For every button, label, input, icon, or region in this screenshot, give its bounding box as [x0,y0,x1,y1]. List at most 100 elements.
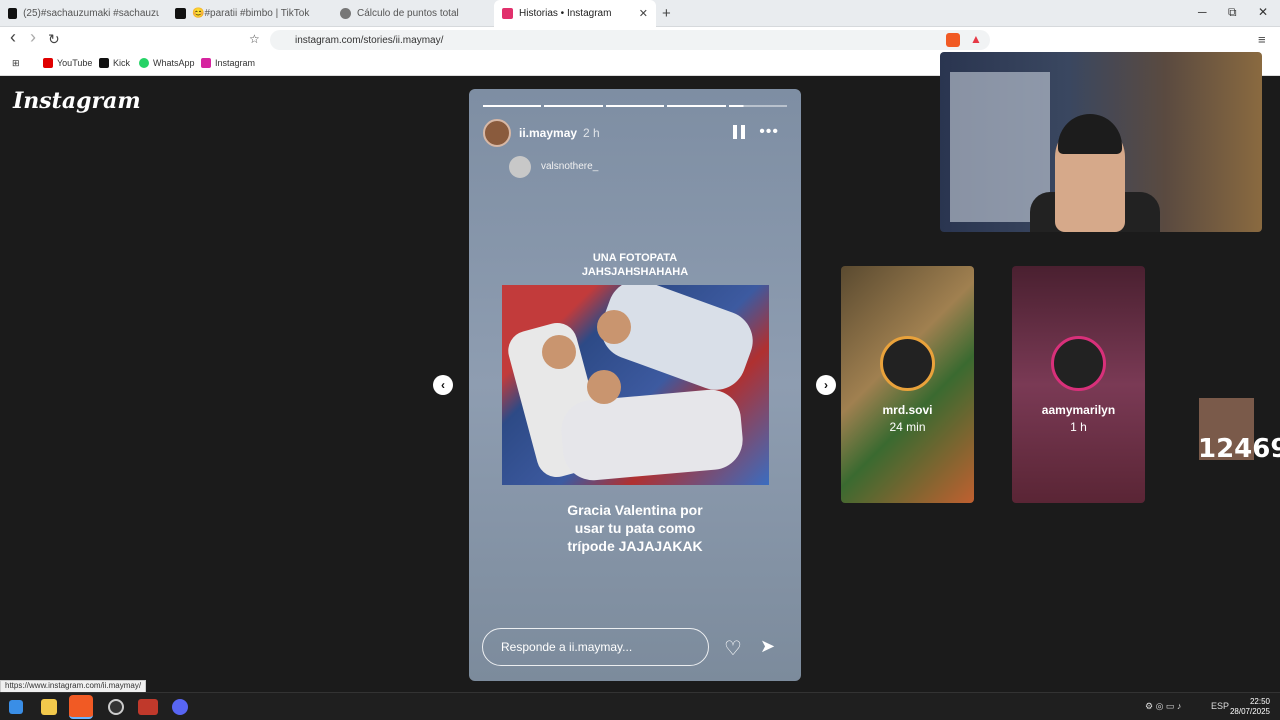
progress-segment [605,105,665,107]
reply-input[interactable]: Responde a ii.maymay... [482,628,709,666]
brave-browser-icon[interactable] [69,695,93,719]
progress-segment [667,105,726,107]
whatsapp-icon [139,58,149,68]
tab-label: 😊#paratii #bimbo | TikTok [192,8,310,19]
url-text: instagram.com/stories/ii.maymay/ [295,34,444,46]
tray-icons[interactable]: ⚙ ◎ ▭ ♪ [1145,701,1181,712]
bookmark-label: Instagram [215,58,256,68]
story-caption-bottom: Gracia Valentina por usar tu pata como t… [501,501,769,555]
language-indicator[interactable]: ESP [1211,701,1229,711]
progress-segment [544,105,603,107]
minimize-button[interactable]: ─ [1198,5,1207,19]
like-heart-icon[interactable]: ♡ [724,636,742,661]
preview-time: 1 h [1070,420,1087,434]
bookmark-instagram[interactable]: Instagram [201,58,255,68]
story-username[interactable]: ii.maymay [519,126,577,140]
address-bar-row: ‹ › ↻ ☆ instagram.com/stories/ii.maymay/… [0,27,1280,53]
photo-face [542,335,576,369]
tab-label: Cálculo de puntos total [357,8,459,19]
pause-button[interactable] [733,125,745,139]
avatar [509,156,531,178]
new-tab-button[interactable]: + [662,5,671,22]
instagram-logo[interactable]: Instagram [13,88,141,114]
tab-label: (25)#sachauzumaki #sachauzumakic [23,8,159,19]
kick-icon [99,58,109,68]
caption-line: UNA FOTOPATA [592,252,678,264]
previous-story-button[interactable]: ‹ [433,375,453,395]
caption-line: usar tu pata como [574,520,696,536]
repost-username[interactable]: valsnothere_ [541,161,598,172]
story-photo [502,285,769,485]
webcam-person [1058,114,1122,154]
discord-icon[interactable] [172,699,188,715]
browser-tab-bar: (25)#sachauzumaki #sachauzumakic 😊#parat… [0,0,1280,27]
bookmark-youtube[interactable]: YouTube [43,58,92,68]
preview-time: 24 min [889,420,926,434]
story-header: ii.maymay 2 h [483,119,600,147]
app-icon[interactable] [138,699,158,715]
close-window-button[interactable]: ✕ [1258,5,1268,19]
menu-icon[interactable]: ≡ [1258,32,1266,47]
bookmark-icon[interactable]: ☆ [249,32,260,46]
story-timestamp: 2 h [583,126,600,140]
clock-date: 28/07/2025 [1229,707,1270,716]
globe-icon [340,8,351,19]
tiktok-icon [175,8,186,19]
webcam-overlay [940,52,1262,232]
instagram-icon [502,8,513,19]
story-viewer[interactable]: ii.maymay 2 h ••• valsnothere_ UNA FOTOP… [469,89,801,681]
youtube-icon [43,58,53,68]
file-explorer-icon[interactable] [41,699,57,715]
story-caption-top: UNA FOTOPATA JAHSJAHSHAHAHA [501,251,769,279]
bookmark-whatsapp[interactable]: WhatsApp [139,58,195,68]
tab-label: Historias • Instagram [519,8,612,19]
avatar [880,336,935,391]
start-icon[interactable] [9,700,23,714]
caption-line: trípode JAJAJAKAK [567,538,703,554]
story-progress-bar [483,105,788,107]
brave-shield-icon[interactable] [946,33,960,47]
url-field[interactable]: instagram.com/stories/ii.maymay/ [270,30,990,50]
reload-button[interactable]: ↻ [48,31,60,48]
forward-button[interactable]: › [30,27,36,48]
progress-segment [728,105,788,107]
close-tab-icon[interactable]: ✕ [639,7,648,20]
tab-calculo[interactable]: Cálculo de puntos total [332,0,494,27]
system-clock[interactable]: 22:50 28/07/2025 [1230,697,1270,717]
progress-segment [483,105,542,107]
brave-rewards-icon[interactable]: ▲ [970,32,982,46]
instagram-icon [201,58,211,68]
restore-button[interactable]: ⧉ [1228,5,1237,20]
bookmark-kick[interactable]: Kick [99,58,130,68]
next-story-button[interactable]: › [816,375,836,395]
preview-username: mrd.sovi [882,403,933,417]
more-options-button[interactable]: ••• [759,123,779,141]
reposted-story[interactable]: valsnothere_ [501,148,769,248]
caption-line: Gracia Valentina por [567,502,703,518]
next-story-preview[interactable]: mrd.sovi 24 min [841,266,974,503]
photo-face [597,310,631,344]
pause-icon [741,125,745,139]
send-icon[interactable]: ➤ [760,636,775,657]
preview-username: aamymarilyn [1041,403,1116,417]
overlay-number: 12469 [1198,434,1280,464]
apps-icon[interactable]: ⊞ [12,58,20,69]
back-button[interactable]: ‹ [10,27,16,48]
bookmark-label: YouTube [57,58,93,68]
photo-figure [558,387,746,483]
tab-tiktok-1[interactable]: (25)#sachauzumaki #sachauzumakic [0,0,167,27]
clock-time: 22:50 [1249,697,1270,706]
tab-instagram-active[interactable]: Historias • Instagram ✕ [494,0,656,27]
bookmark-label: Kick [113,58,131,68]
caption-line: JAHSJAHSHAHAHA [581,266,689,278]
windows-taskbar: ⚙ ◎ ▭ ♪ ESP 22:50 28/07/2025 [0,692,1280,720]
obs-icon[interactable] [108,699,124,715]
tiktok-icon [8,8,18,19]
tab-tiktok-2[interactable]: 😊#paratii #bimbo | TikTok [167,0,332,27]
next-story-preview[interactable]: aamymarilyn 1 h [1012,266,1145,503]
pause-icon [733,125,737,139]
avatar [1051,336,1106,391]
bookmark-label: WhatsApp [153,58,195,68]
photo-face [587,370,621,404]
avatar[interactable] [483,119,511,147]
